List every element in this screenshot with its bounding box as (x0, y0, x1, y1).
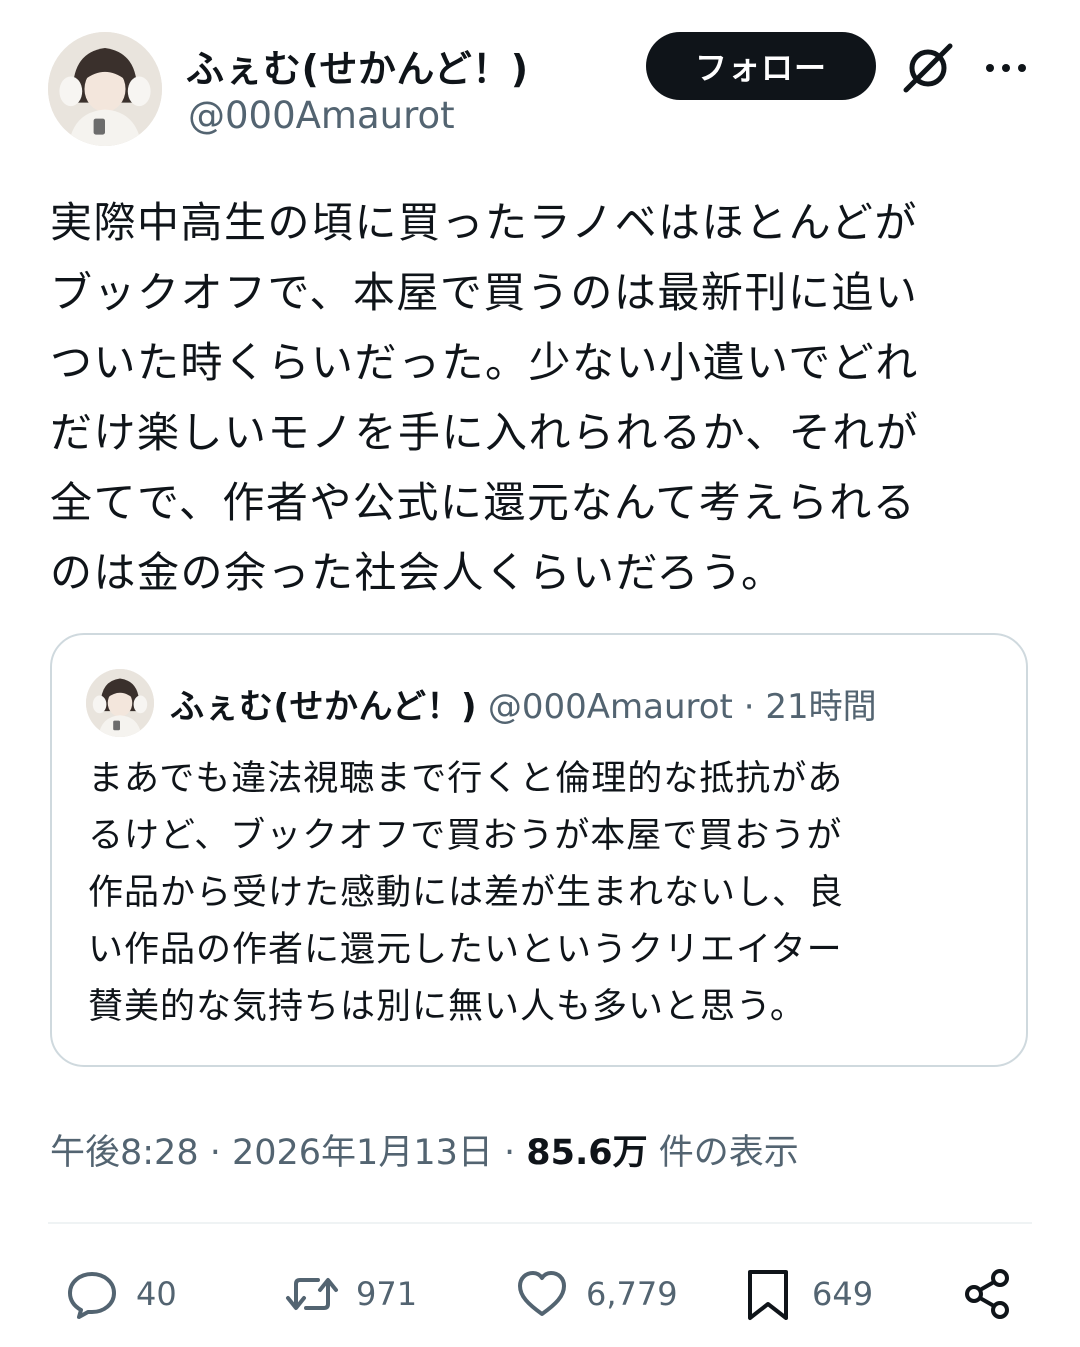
retweet-icon (286, 1278, 338, 1310)
quote-display-name[interactable]: ふぇむ(せかんど！) (170, 687, 477, 727)
timestamp[interactable]: 午後8:28 · 2026年1月13日 · (50, 1133, 526, 1173)
share-button[interactable] (960, 1264, 1016, 1324)
tweet-line: ブックオフで、本屋で買うのは最新刊に追い (50, 268, 919, 317)
quote-line: 作品から受けた感動には差が生まれないし、良 (88, 873, 845, 913)
quote-line: 賛美的な気持ちは別に無い人も多いと思う。 (88, 987, 806, 1027)
tweet-line: だけ楽しいモノを手に入れられるか、それが (50, 408, 920, 457)
bookmark-button[interactable]: 649 (740, 1264, 873, 1324)
author-avatar[interactable] (48, 32, 162, 146)
quote-line: るけど、ブックオフで買おうが本屋で買おうが (88, 816, 843, 856)
more-icon[interactable] (982, 48, 1030, 88)
tweet-line: ついた時くらいだった。少ない小遣いでどれ (50, 338, 919, 387)
bookmark-icon (748, 1270, 788, 1320)
like-button[interactable]: 6,779 (514, 1264, 678, 1324)
quote-text: まあでも違法視聴まで行くと倫理的な抵抗があ るけど、ブックオフで買おうが本屋で買… (88, 751, 998, 1036)
tweet-line: のは金の余った社会人くらいだろう。 (50, 548, 785, 597)
bookmark-count: 649 (812, 1275, 874, 1313)
author-display-name[interactable]: ふぇむ(せかんど！) (186, 38, 529, 93)
quote-line: い作品の作者に還元したいというクリエイター (88, 930, 843, 970)
quote-handle-time: @000Amaurot · 21時間 (477, 687, 877, 727)
tweet-text: 実際中高生の頃に買ったラノベはほとんどが ブックオフで、本屋で買うのは最新刊に追… (50, 188, 1040, 608)
views-label: 件の表示 (647, 1133, 799, 1173)
share-icon (965, 1269, 1009, 1319)
tweet-line: 全てで、作者や公式に還元なんて考えられる (50, 478, 917, 527)
reply-button[interactable]: 40 (64, 1264, 177, 1324)
heart-icon (518, 1271, 566, 1316)
quote-avatar[interactable] (86, 669, 154, 737)
retweet-button[interactable]: 971 (284, 1264, 417, 1324)
retweet-count: 971 (356, 1275, 418, 1313)
follow-button[interactable]: フォロー (646, 32, 876, 100)
like-count: 6,779 (586, 1275, 678, 1313)
quoted-tweet[interactable]: ふぇむ(せかんど！) @000Amaurot · 21時間 まあでも違法視聴まで… (50, 633, 1028, 1067)
reply-icon (68, 1272, 116, 1319)
quote-header: ふぇむ(せかんど！) @000Amaurot · 21時間 (170, 679, 877, 728)
reply-count: 40 (136, 1275, 177, 1313)
divider (48, 1222, 1032, 1224)
grok-icon[interactable] (900, 40, 956, 96)
author-handle[interactable]: @000Amaurot (188, 94, 455, 137)
quote-line: まあでも違法視聴まで行くと倫理的な抵抗があ (88, 759, 844, 799)
timestamp-row: 午後8:28 · 2026年1月13日 · 85.6万 件の表示 (50, 1124, 799, 1175)
tweet-line: 実際中高生の頃に買ったラノベはほとんどが (50, 198, 918, 247)
views-count: 85.6万 (526, 1133, 648, 1173)
